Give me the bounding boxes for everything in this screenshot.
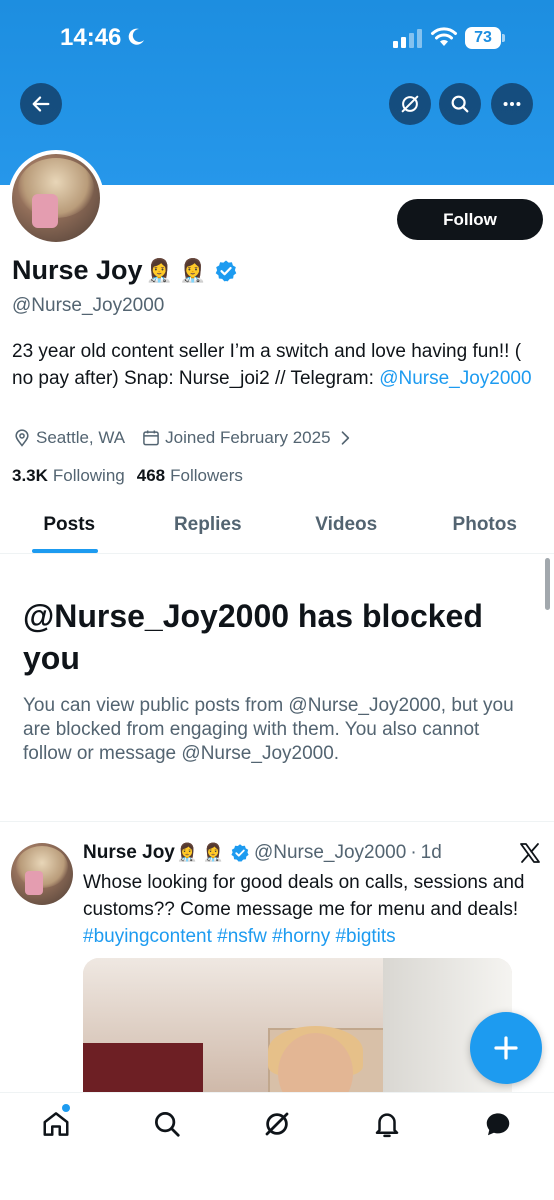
battery-level: 73	[474, 29, 492, 46]
following-count: 3.3K	[12, 466, 48, 485]
scrollbar[interactable]	[545, 558, 550, 610]
back-arrow-icon	[32, 96, 50, 112]
post-avatar[interactable]	[11, 843, 73, 905]
search-icon	[451, 95, 469, 113]
post-time[interactable]: 1d	[421, 842, 442, 864]
location-text: Seattle, WA	[36, 428, 126, 447]
grok-icon	[401, 95, 419, 113]
blocked-title: @Nurse_Joy2000 has blocked you	[23, 598, 483, 676]
grok-icon[interactable]	[262, 1109, 292, 1139]
location-item: Seattle, WA	[12, 428, 125, 448]
hashtag[interactable]: #buyingcontent	[83, 926, 212, 947]
post-author-emoji: 👩‍⚕️ 👩‍⚕️	[176, 843, 224, 862]
tab-videos[interactable]: Videos	[277, 500, 416, 553]
battery-indicator: 73	[465, 27, 505, 49]
plus-icon	[494, 1036, 518, 1060]
compose-post-button[interactable]	[470, 1012, 542, 1084]
messages-icon[interactable]	[483, 1109, 513, 1139]
divider	[0, 821, 554, 822]
profile-tabs: Posts Replies Videos Photos	[0, 500, 554, 554]
profile-avatar[interactable]	[8, 150, 104, 246]
bio-link[interactable]: @Nurse_Joy2000	[379, 368, 531, 389]
follow-button[interactable]: Follow	[397, 199, 543, 240]
followers-link[interactable]: 468 Followers	[137, 466, 243, 486]
hashtag[interactable]: #horny	[272, 926, 330, 947]
chevron-right-icon	[341, 431, 349, 445]
post-media-image[interactable]	[83, 958, 512, 1100]
joined-item[interactable]: Joined February 2025	[141, 428, 354, 448]
post-separator: ·	[410, 842, 417, 863]
search-button[interactable]	[439, 83, 481, 125]
post-header: Nurse Joy 👩‍⚕️ 👩‍⚕️ @Nurse_Joy2000 · 1d	[83, 842, 442, 864]
profile-bio: 23 year old content seller I’m a switch …	[12, 338, 532, 392]
notifications-icon[interactable]	[372, 1109, 402, 1139]
display-name: Nurse Joy	[12, 255, 143, 285]
moon-icon	[128, 28, 144, 45]
tab-posts[interactable]: Posts	[0, 500, 139, 553]
location-pin-icon	[15, 429, 29, 447]
verified-badge-icon[interactable]	[214, 259, 238, 283]
grok-button[interactable]	[389, 83, 431, 125]
home-icon[interactable]	[41, 1109, 71, 1139]
post-body: Whose looking for good deals on calls, s…	[83, 872, 525, 920]
more-icon	[503, 101, 521, 107]
followers-label: Followers	[170, 466, 243, 485]
wifi-icon	[431, 27, 457, 46]
followers-count: 468	[136, 466, 166, 485]
name-row: Nurse Joy 👩‍⚕️ 👩‍⚕️	[12, 255, 238, 286]
name-emoji: 👩‍⚕️ 👩‍⚕️	[145, 257, 207, 283]
post-handle: @Nurse_Joy2000	[253, 842, 407, 863]
post-author-name[interactable]: Nurse Joy	[83, 842, 175, 864]
hashtag[interactable]: #nsfw	[217, 926, 267, 947]
joined-text: Joined February 2025	[165, 428, 331, 447]
blocked-message: You can view public posts from @Nurse_Jo…	[23, 695, 514, 764]
profile-handle: @Nurse_Joy2000	[12, 295, 165, 316]
follow-stats: 3.3K Following 468 Followers	[12, 466, 255, 486]
x-logo-icon[interactable]	[518, 841, 542, 865]
post-text: Whose looking for good deals on calls, s…	[83, 869, 538, 950]
status-time: 14:46	[60, 24, 122, 51]
back-button[interactable]	[20, 83, 62, 125]
following-label: Following	[52, 466, 125, 485]
calendar-icon	[143, 430, 159, 446]
search-icon[interactable]	[152, 1109, 182, 1139]
avatar-image	[12, 154, 100, 242]
hashtag[interactable]: #bigtits	[335, 926, 395, 947]
more-button[interactable]	[491, 83, 533, 125]
following-link[interactable]: 3.3K Following	[12, 466, 125, 486]
profile-meta: Seattle, WA Joined February 2025	[12, 428, 371, 448]
tab-photos[interactable]: Photos	[416, 500, 554, 553]
verified-badge-icon	[231, 844, 249, 862]
notification-dot	[62, 1104, 70, 1112]
tab-replies[interactable]: Replies	[139, 500, 278, 553]
signal-icon	[393, 29, 422, 48]
